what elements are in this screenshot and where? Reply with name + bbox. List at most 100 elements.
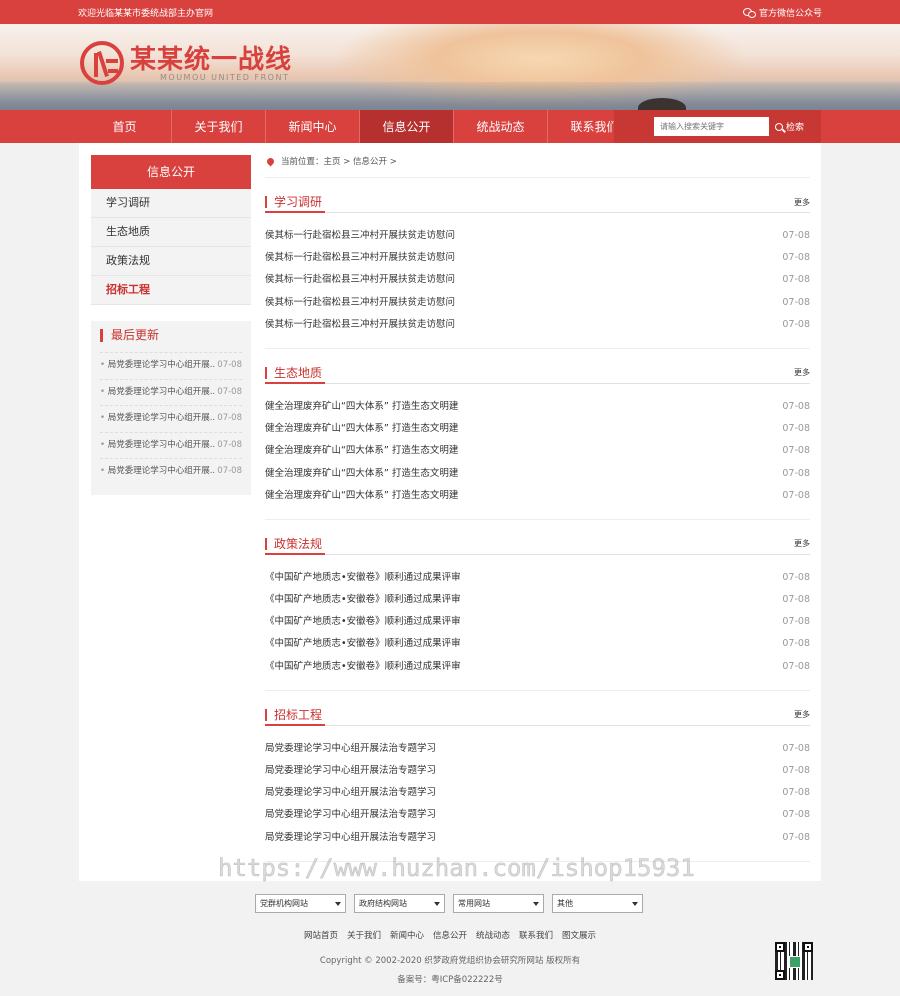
select-gov-sites[interactable]: 政府结构网站 [354,894,445,913]
logo-emblem-icon [80,41,124,85]
list-item[interactable]: 局党委理论学习中心组开展法治专题学习 07-08 [265,782,810,804]
article-date: 07-08 [782,809,810,821]
list-item[interactable]: 侯其标一行赴宿松县三冲村开展扶贫走访慰问 07-08 [265,225,810,247]
select-common-sites[interactable]: 常用网站 [453,894,544,913]
footer-link-info[interactable]: 信息公开 [433,929,467,941]
breadcrumb-text[interactable]: 当前位置：主页 > 信息公开 > [281,155,397,167]
nav-item-news[interactable]: 新闻中心 [266,110,360,143]
list-item[interactable]: 局党委理论学习中心组开展法治专题学习 07-08 [265,738,810,760]
sidebar-item-policy[interactable]: 政策法规 [91,247,251,276]
article-title[interactable]: 《中国矿产地质志•安徽卷》顺利通过成果评审 [265,633,461,655]
more-link[interactable]: 更多 [794,709,810,720]
list-item[interactable]: 局党委理论学习中心组开展法治专题学习 07-08 [265,804,810,826]
list-item[interactable]: 局党委理论学习中心组开展法治专题学习 07-08 [265,827,810,849]
list-item[interactable]: 《中国矿产地质志•安徽卷》顺利通过成果评审 07-08 [265,633,810,655]
article-title[interactable]: 健全治理废弃矿山“四大体系” 打造生态文明建 [265,485,458,507]
article-title[interactable]: 局党委理论学习中心组开展法治专题学习 [265,804,436,826]
sidebar-item-study[interactable]: 学习调研 [91,189,251,218]
article-title[interactable]: 健全治理废弃矿山“四大体系” 打造生态文明建 [265,396,458,418]
list-item[interactable]: 侯其标一行赴宿松县三冲村开展扶贫走访慰问 07-08 [265,292,810,314]
update-title[interactable]: 局党委理论学习中心组开展... [100,459,216,485]
article-title[interactable]: 健全治理废弃矿山“四大体系” 打造生态文明建 [265,440,458,462]
list-item[interactable]: 健全治理废弃矿山“四大体系” 打造生态文明建 07-08 [265,485,810,507]
update-item[interactable]: 局党委理论学习中心组开展...07-08 [100,352,242,379]
footer-link-gallery[interactable]: 图文展示 [562,929,596,941]
list-item[interactable]: 《中国矿产地质志•安徽卷》顺利通过成果评审 07-08 [265,567,810,589]
article-title[interactable]: 《中国矿产地质志•安徽卷》顺利通过成果评审 [265,611,461,633]
wechat-link[interactable]: 官方微信公众号 [742,6,822,19]
breadcrumb: 当前位置：主页 > 信息公开 > [265,153,810,178]
section-ecology: 生态地质 更多 健全治理废弃矿山“四大体系” 打造生态文明建 07-08 健全治理废… [265,363,810,520]
list-item[interactable]: 《中国矿产地质志•安徽卷》顺利通过成果评审 07-08 [265,656,810,678]
wechat-icon [742,7,756,18]
article-title[interactable]: 侯其标一行赴宿松县三冲村开展扶贫走访慰问 [265,225,455,247]
article-title[interactable]: 健全治理废弃矿山“四大体系” 打造生态文明建 [265,418,458,440]
nav-item-home[interactable]: 首页 [78,110,172,143]
list-item[interactable]: 健全治理废弃矿山“四大体系” 打造生态文明建 07-08 [265,396,810,418]
more-link[interactable]: 更多 [794,538,810,549]
update-date: 07-08 [217,466,242,476]
site-logo[interactable]: 某某统一战线 MOUMOU UNITED FRONT [80,41,292,85]
footer-link-about[interactable]: 关于我们 [347,929,381,941]
section-title: 政策法规 [265,537,322,550]
more-link[interactable]: 更多 [794,367,810,378]
list-item[interactable]: 侯其标一行赴宿松县三冲村开展扶贫走访慰问 07-08 [265,247,810,269]
article-title[interactable]: 局党委理论学习中心组开展法治专题学习 [265,760,436,782]
list-item[interactable]: 健全治理废弃矿山“四大体系” 打造生态文明建 07-08 [265,418,810,440]
nav-item-info[interactable]: 信息公开 [360,110,454,143]
article-title[interactable]: 健全治理废弃矿山“四大体系” 打造生态文明建 [265,463,458,485]
search-button[interactable]: 检索 [775,120,804,133]
list-item[interactable]: 《中国矿产地质志•安徽卷》顺利通过成果评审 07-08 [265,589,810,611]
article-title[interactable]: 侯其标一行赴宿松县三冲村开展扶贫走访慰问 [265,247,455,269]
article-title[interactable]: 《中国矿产地质志•安徽卷》顺利通过成果评审 [265,589,461,611]
main-nav: 首页 关于我们 新闻中心 信息公开 统战动态 联系我们 检索 [0,110,900,143]
footer-link-contact[interactable]: 联系我们 [519,929,553,941]
update-item[interactable]: 局党委理论学习中心组开展...07-08 [100,405,242,432]
article-date: 07-08 [782,831,810,843]
article-title[interactable]: 侯其标一行赴宿松县三冲村开展扶贫走访慰问 [265,292,455,314]
article-title[interactable]: 《中国矿产地质志•安徽卷》顺利通过成果评审 [265,656,461,678]
nav-item-dynamics[interactable]: 统战动态 [454,110,548,143]
list-item[interactable]: 侯其标一行赴宿松县三冲村开展扶贫走访慰问 07-08 [265,269,810,291]
article-date: 07-08 [782,742,810,754]
list-item[interactable]: 侯其标一行赴宿松县三冲村开展扶贫走访慰问 07-08 [265,314,810,336]
chevron-down-icon [335,901,341,906]
more-link[interactable]: 更多 [794,197,810,208]
footer-link-home[interactable]: 网站首页 [304,929,338,941]
article-title[interactable]: 局党委理论学习中心组开展法治专题学习 [265,782,436,804]
list-item[interactable]: 《中国矿产地质志•安徽卷》顺利通过成果评审 07-08 [265,611,810,633]
article-date: 07-08 [782,765,810,776]
section-policy: 政策法规 更多 《中国矿产地质志•安徽卷》顺利通过成果评审 07-08 《中国矿产地… [265,534,810,691]
list-item[interactable]: 健全治理废弃矿山“四大体系” 打造生态文明建 07-08 [265,440,810,462]
section-study: 学习调研 更多 侯其标一行赴宿松县三冲村开展扶贫走访慰问 07-08 侯其标一行赴宿… [265,192,810,349]
article-date: 07-08 [782,318,810,330]
update-item[interactable]: 局党委理论学习中心组开展...07-08 [100,458,242,485]
article-date: 07-08 [782,787,810,799]
update-title[interactable]: 局党委理论学习中心组开展... [100,380,216,406]
search-button-label: 检索 [786,123,805,133]
article-date: 07-08 [782,594,810,606]
update-title[interactable]: 局党委理论学习中心组开展... [100,406,216,432]
select-party-sites[interactable]: 党群机构网站 [255,894,346,913]
article-title[interactable]: 侯其标一行赴宿松县三冲村开展扶贫走访慰问 [265,314,455,336]
copyright-text: Copyright © 2002-2020 织梦政府党组织协会研究所网站 版权所… [319,956,581,966]
footer-link-news[interactable]: 新闻中心 [390,929,424,941]
section-title: 招标工程 [265,708,322,721]
article-title[interactable]: 《中国矿产地质志•安徽卷》顺利通过成果评审 [265,567,461,589]
search-input[interactable] [654,117,769,136]
nav-item-about[interactable]: 关于我们 [172,110,266,143]
footer-link-dynamics[interactable]: 统战动态 [476,929,510,941]
article-title[interactable]: 局党委理论学习中心组开展法治专题学习 [265,827,436,849]
select-other-sites[interactable]: 其他 [552,894,643,913]
list-item[interactable]: 局党委理论学习中心组开展法治专题学习 07-08 [265,760,810,782]
update-item[interactable]: 局党委理论学习中心组开展...07-08 [100,378,242,406]
wechat-label: 官方微信公众号 [758,8,822,19]
update-title[interactable]: 局党委理论学习中心组开展... [100,353,216,379]
sidebar-item-ecology[interactable]: 生态地质 [91,218,251,247]
update-title[interactable]: 局党委理论学习中心组开展... [100,433,216,459]
article-title[interactable]: 侯其标一行赴宿松县三冲村开展扶贫走访慰问 [265,269,455,291]
article-title[interactable]: 局党委理论学习中心组开展法治专题学习 [265,738,436,760]
sidebar-item-bidding[interactable]: 招标工程 [91,276,251,305]
update-item[interactable]: 局党委理论学习中心组开展...07-08 [100,431,242,459]
list-item[interactable]: 健全治理废弃矿山“四大体系” 打造生态文明建 07-08 [265,463,810,485]
